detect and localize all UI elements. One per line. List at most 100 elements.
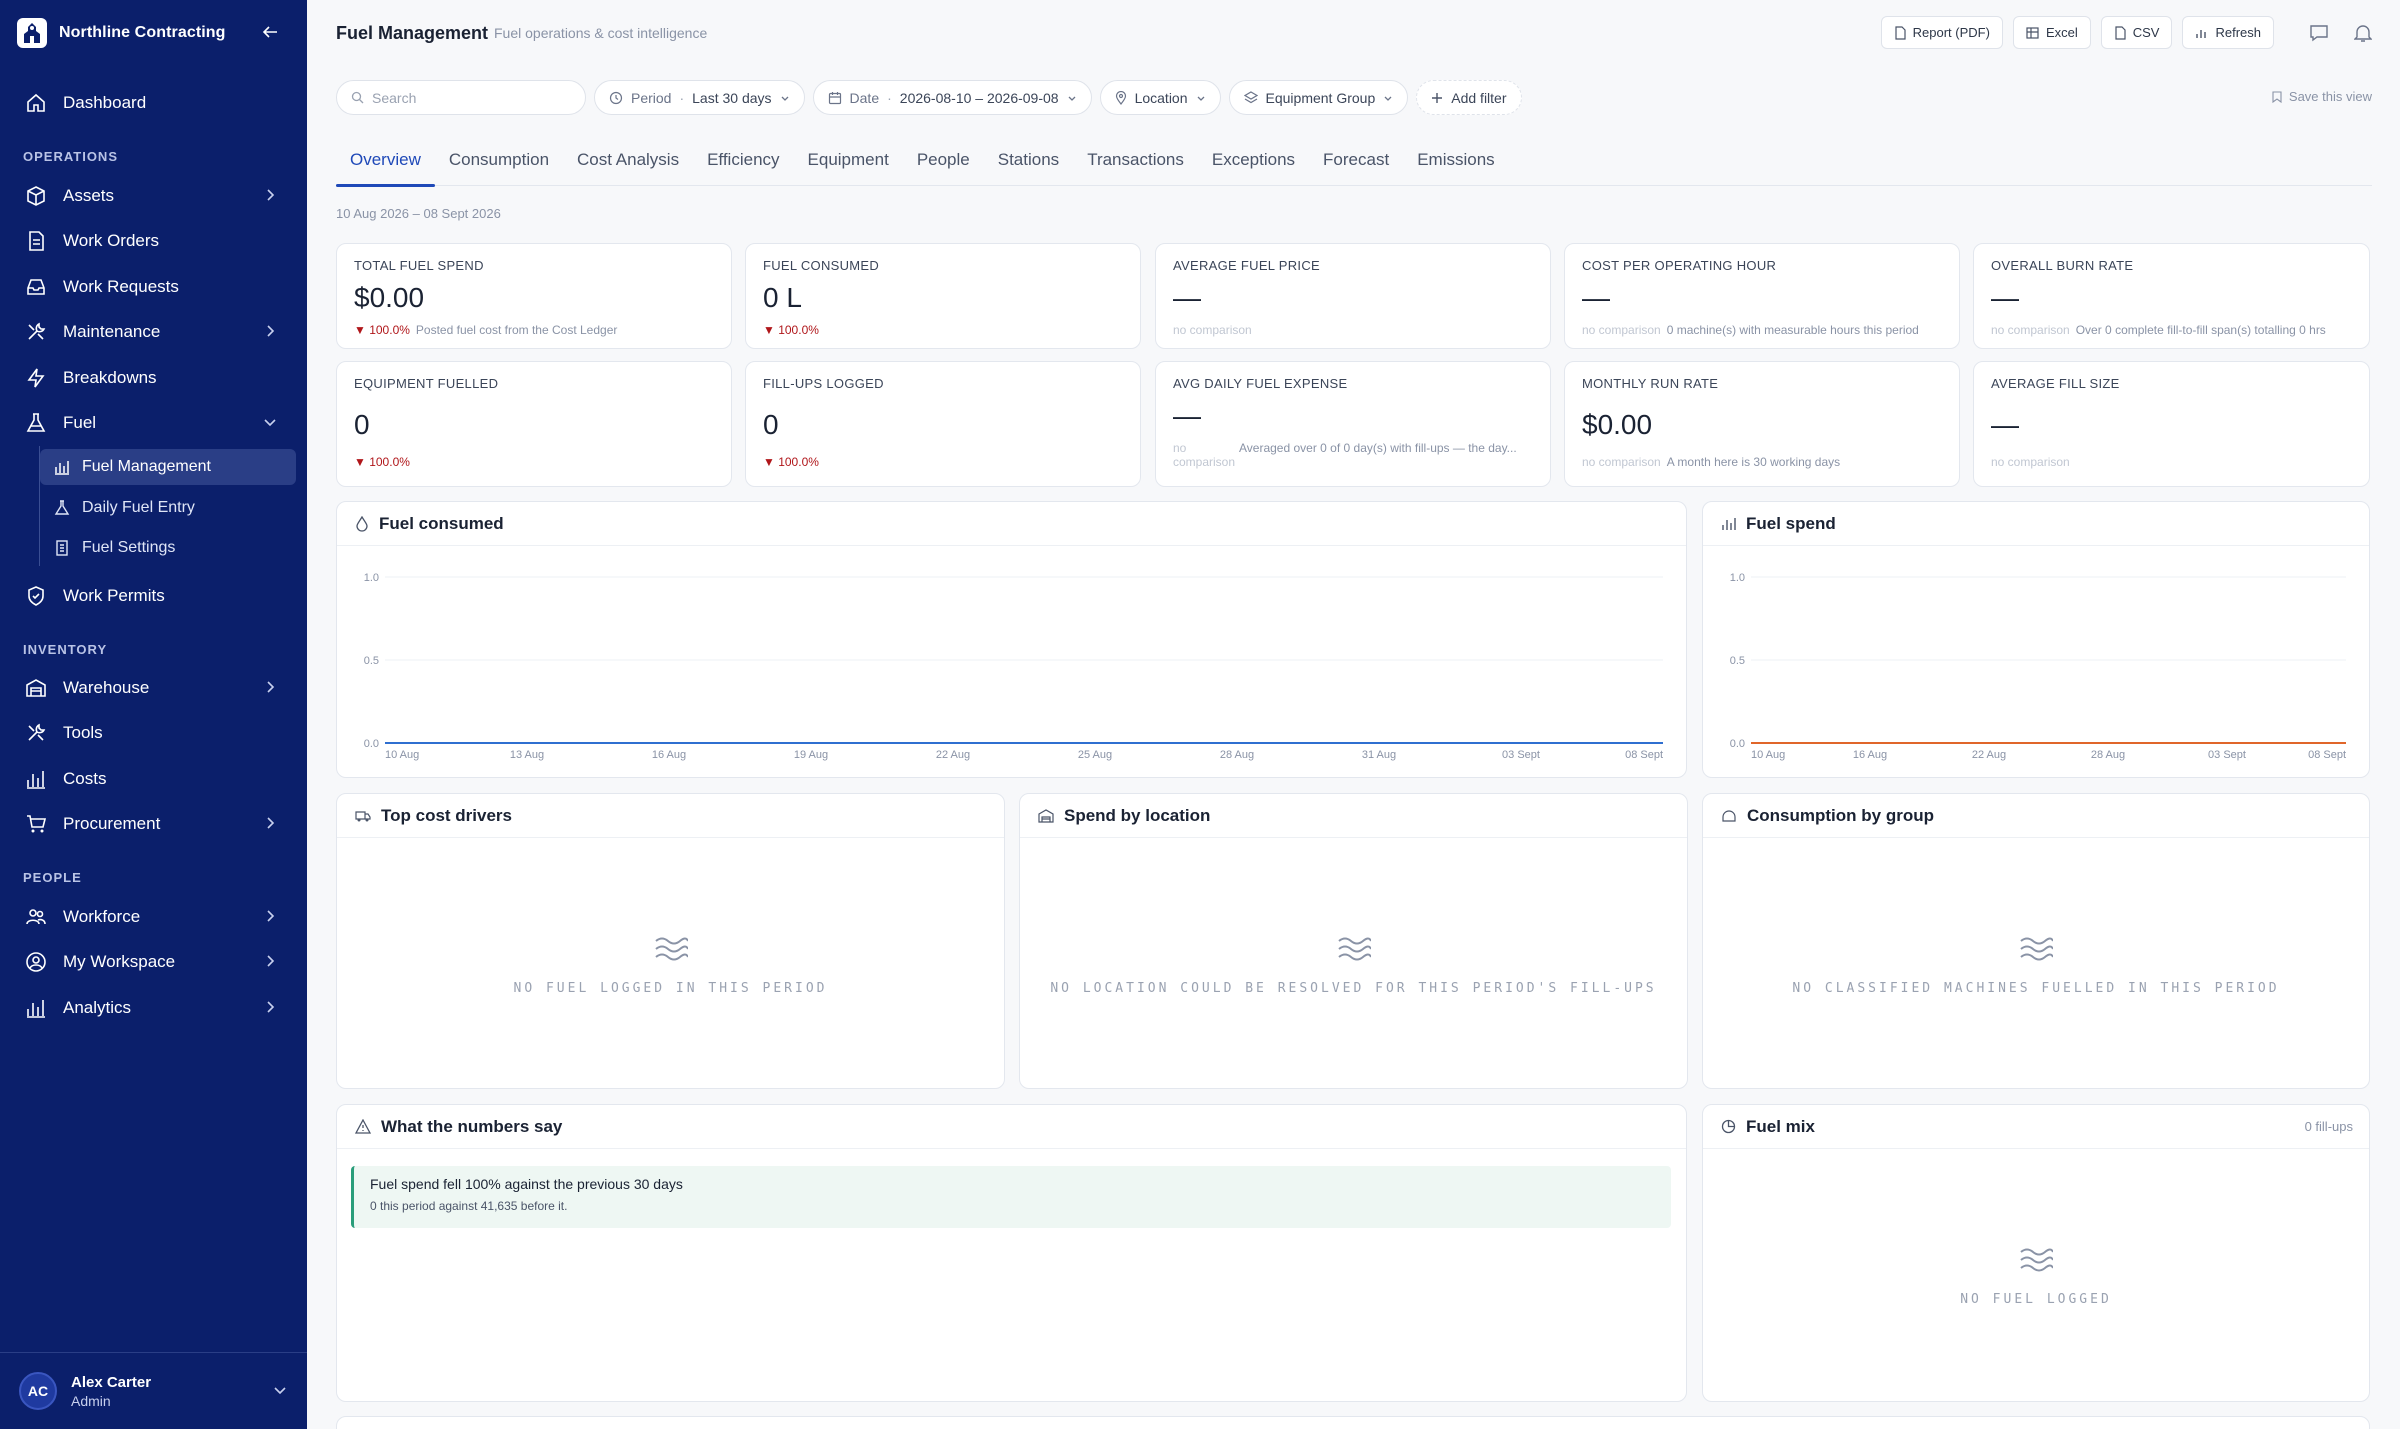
x-tick-label: 16 Aug [652,749,686,761]
sidebar-item-tools[interactable]: Tools [20,714,285,752]
range-label: 10 Aug 2026 – 08 Sept 2026 [336,206,501,221]
settings-sheet-icon [56,540,68,556]
kpi-overall-burn-rate: OVERALL BURN RATE — no comparison Over 0 … [1973,243,2370,349]
truck-icon [355,810,371,821]
sidebar-item-label: Workforce [63,907,141,926]
tab-stations[interactable]: Stations [984,146,1073,186]
collapse-sidebar-icon[interactable] [258,20,282,44]
comments-icon[interactable] [2302,16,2336,49]
sidebar-item-analytics[interactable]: Analytics [20,989,285,1027]
sidebar-item-work-requests[interactable]: Work Requests [20,268,285,306]
flask-icon [26,413,46,432]
sidebar-item-label: My Workspace [63,952,176,971]
sidebar-item-work-permits[interactable]: Work Permits [20,577,285,615]
tab-forecast[interactable]: Forecast [1309,146,1403,186]
add-filter-button[interactable]: Add filter [1416,80,1522,115]
kpi-label: AVERAGE FUEL PRICE [1173,258,1320,273]
period-value: Last 30 days [692,89,772,106]
cube-icon [27,186,45,206]
empty-state-text: NO FUEL LOGGED IN THIS PERIOD [513,981,828,996]
sidebar-item-assets[interactable]: Assets [20,177,285,215]
sidebar-item-dashboard[interactable]: Dashboard [20,84,285,122]
search-input[interactable]: Search [336,80,586,115]
card-title: Spend by location [1064,805,1211,825]
bar-chart-icon [1722,517,1736,530]
user-menu[interactable]: AC Alex Carter Admin [0,1352,307,1429]
top-cost-drivers-card: Top cost drivers NO FUEL LOGGED IN THIS … [336,793,1005,1089]
sidebar-item-procurement[interactable]: Procurement [20,805,285,843]
sidebar-item-label: Daily Fuel Entry [82,499,195,516]
x-tick-label: 10 Aug [1751,749,1785,761]
document-icon [1895,25,1906,40]
date-label: Date [849,89,880,106]
kpi-delta: no comparison [1582,455,1661,469]
next-section-card [336,1416,2370,1429]
tab-cost-analysis[interactable]: Cost Analysis [563,146,693,186]
save-view-button[interactable]: Save this view [2271,89,2372,104]
cart-icon [27,815,47,833]
sidebar-item-warehouse[interactable]: Warehouse [20,669,285,707]
sidebar-item-breakdowns[interactable]: Breakdowns [20,359,285,397]
clock-icon [609,91,623,104]
sidebar-item-my-workspace[interactable]: My Workspace [20,943,285,981]
building-icon [1038,808,1054,823]
sidebar-item-maintenance[interactable]: Maintenance [20,313,285,351]
waves-icon [2020,937,2053,961]
sidebar-item-fuel[interactable]: Fuel [20,404,285,442]
kpi-fill-ups-logged: FILL-UPS LOGGED 0 ▼ 100.0% [745,361,1141,487]
tab-exceptions[interactable]: Exceptions [1198,146,1309,186]
chevron-down-icon [1197,96,1204,101]
fuel-mix-card: Fuel mix 0 fill-ups NO FUEL LOGGED [1702,1104,2370,1402]
kpi-note: 0 machine(s) with measurable hours this … [1666,323,1919,337]
tab-equipment[interactable]: Equipment [794,146,903,186]
chevron-down-icon [1068,96,1076,101]
kpi-value: — [1991,409,2019,440]
kpi-label: COST PER OPERATING HOUR [1582,258,1777,273]
csv-button[interactable]: CSV [2100,16,2173,49]
tab-people[interactable]: People [903,146,984,186]
empty-state-text: NO CLASSIFIED MACHINES FUELLED IN THIS P… [1792,981,2280,996]
users-icon [26,909,46,925]
kpi-label: FILL-UPS LOGGED [763,376,884,391]
tab-efficiency[interactable]: Efficiency [693,146,793,186]
date-value: 2026-08-10 – 2026-09-08 [899,89,1059,106]
report-pdf-label: Report (PDF) [1912,25,1990,40]
x-tick-label: 08 Sept [1625,749,1663,761]
chevron-right-icon [267,189,275,201]
x-tick-label: 25 Aug [1078,749,1112,761]
tab-transactions[interactable]: Transactions [1073,146,1198,186]
sidebar-item-fuel-management[interactable]: Fuel Management [40,449,296,485]
sidebar-item-costs[interactable]: Costs [20,760,285,798]
kpi-value: $0.00 [1582,409,1653,440]
bar-chart-icon [2196,29,2207,38]
equipment-group-label: Equipment Group [1265,89,1376,106]
tab-emissions[interactable]: Emissions [1403,146,1508,186]
kpi-delta: ▼ 100.0% [763,323,819,337]
kpi-delta: ▼ 100.0% [354,455,410,469]
warehouse-icon [26,679,46,697]
y-tick-label: 0.0 [364,738,379,750]
bell-icon[interactable] [2346,16,2380,49]
sidebar-item-work-orders[interactable]: Work Orders [20,222,285,260]
x-tick-label: 16 Aug [1853,749,1887,761]
location-filter[interactable]: Location [1099,80,1221,115]
period-filter[interactable]: Period · Last 30 days [594,80,805,115]
x-tick-label: 03 Sept [2208,749,2246,761]
tab-consumption[interactable]: Consumption [435,146,563,186]
sidebar-item-daily-fuel-entry[interactable]: Daily Fuel Entry [40,490,296,526]
date-filter[interactable]: Date · 2026-08-10 – 2026-09-08 [812,80,1092,115]
kpi-label: EQUIPMENT FUELLED [354,376,499,391]
kpi-value: — [1991,282,2019,313]
sidebar-item-workforce[interactable]: Workforce [20,898,285,936]
waves-icon [2020,1248,2053,1272]
sidebar-item-label: Fuel Management [82,458,211,475]
tab-overview[interactable]: Overview [336,146,435,187]
report-pdf-button[interactable]: Report (PDF) [1880,16,2003,49]
equipment-group-filter[interactable]: Equipment Group [1228,80,1409,115]
refresh-button[interactable]: Refresh [2182,16,2274,49]
sidebar-item-label: Work Orders [63,231,160,250]
brand[interactable]: Northline Contracting [17,18,226,48]
sidebar-item-fuel-settings[interactable]: Fuel Settings [40,530,296,566]
plus-icon [1432,92,1443,103]
excel-button[interactable]: Excel [2012,16,2091,49]
